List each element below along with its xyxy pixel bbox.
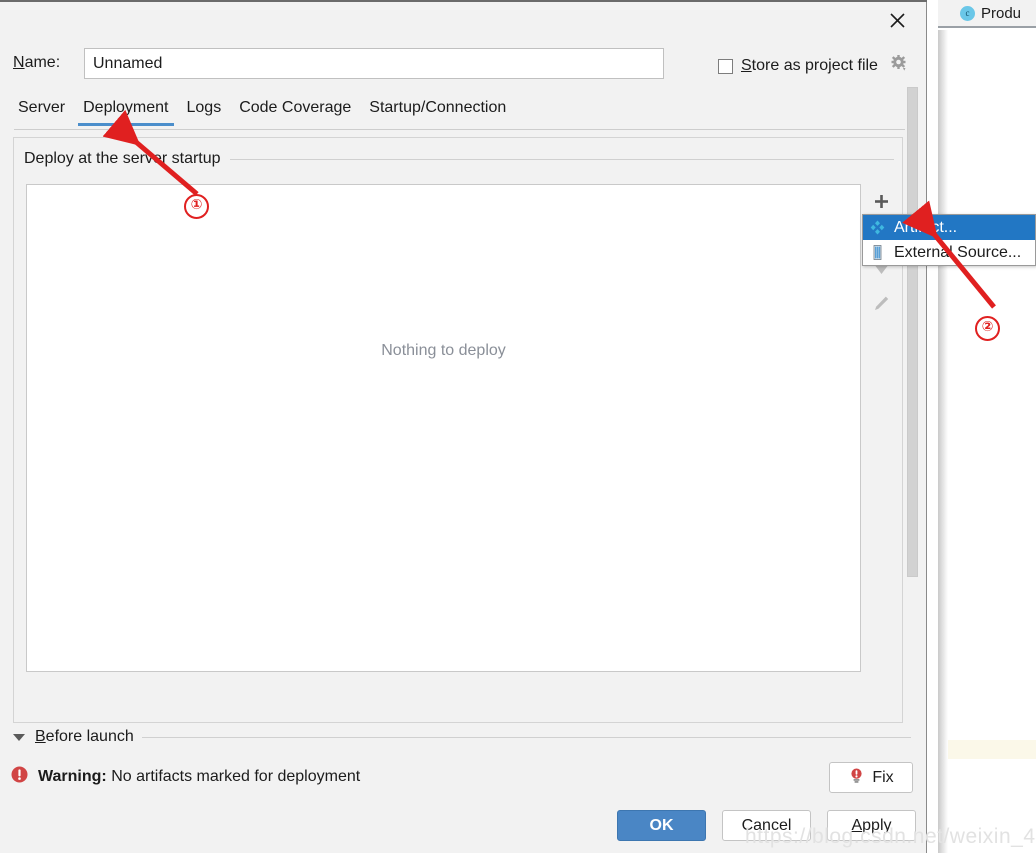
tab-logs[interactable]: Logs — [178, 99, 231, 126]
chevron-down-icon[interactable] — [13, 733, 25, 741]
section-divider — [229, 158, 894, 160]
before-launch-label: Before launch — [35, 728, 134, 745]
dialog-top-border — [0, 0, 927, 2]
background-ide-window: c Produ — [938, 0, 1036, 853]
fix-bulb-icon — [848, 767, 865, 789]
deployment-list[interactable]: Nothing to deploy — [26, 184, 861, 672]
name-input[interactable] — [84, 48, 664, 79]
warning-text: Warning: No artifacts marked for deploym… — [38, 768, 360, 786]
tab-server[interactable]: Server — [14, 99, 74, 126]
add-button[interactable] — [863, 184, 899, 218]
artifact-icon — [869, 219, 886, 236]
tab-bar: Server Deployment Logs Code Coverage Sta… — [14, 99, 515, 126]
tab-deployment[interactable]: Deployment — [74, 99, 177, 126]
gear-icon[interactable] — [890, 54, 909, 78]
fix-button[interactable]: Fix — [829, 762, 913, 793]
menu-item-artifact-label: Artifact... — [894, 218, 958, 236]
background-tab-label: Produ — [981, 4, 1022, 22]
tab-code-coverage[interactable]: Code Coverage — [230, 99, 360, 126]
warning-message: No artifacts marked for deployment — [111, 768, 361, 785]
deploy-at-server-startup-section: Deploy at the server startup Nothing to … — [13, 137, 903, 723]
external-source-icon — [869, 244, 886, 261]
apply-button[interactable]: Apply — [827, 810, 916, 841]
before-launch-header[interactable]: Before launch — [13, 728, 911, 746]
store-as-project-file-checkbox[interactable] — [718, 58, 733, 74]
menu-item-external-source-label: External Source... — [894, 243, 1022, 261]
background-editor-area — [938, 30, 1036, 853]
close-icon[interactable] — [880, 4, 914, 36]
cancel-button[interactable]: Cancel — [722, 810, 811, 841]
dialog-scrollbar-thumb[interactable] — [907, 87, 918, 577]
store-as-project-file-row: Store as project file — [718, 54, 909, 78]
before-launch-divider — [141, 736, 911, 738]
class-c-icon: c — [960, 5, 975, 21]
name-label: Name: — [13, 54, 61, 71]
run-configuration-dialog: Name: Store as project file — [0, 0, 927, 853]
screen: c Produ Name: Store as project file — [0, 0, 1036, 853]
warning-row: Warning: No artifacts marked for deploym… — [10, 765, 360, 789]
empty-list-message: Nothing to deploy — [381, 342, 506, 359]
dialog-button-bar: OK Cancel Apply — [0, 810, 927, 842]
menu-item-artifact[interactable]: Artifact... — [863, 215, 1035, 240]
store-as-project-file-label[interactable]: Store as project file — [741, 57, 878, 75]
add-deployment-menu: Artifact... External Source... — [862, 214, 1036, 266]
error-icon — [10, 765, 29, 789]
background-highlight-band — [938, 740, 1036, 759]
background-shadow — [938, 30, 948, 853]
section-title: Deploy at the server startup — [24, 150, 221, 167]
warning-prefix: Warning: — [38, 768, 107, 785]
fix-button-label: Fix — [872, 768, 894, 786]
tab-bar-divider — [14, 129, 912, 130]
menu-item-external-source[interactable]: External Source... — [863, 240, 1035, 265]
pencil-icon[interactable] — [863, 286, 899, 320]
ok-button[interactable]: OK — [617, 810, 706, 841]
section-header: Deploy at the server startup — [14, 150, 904, 168]
tab-startup-connection[interactable]: Startup/Connection — [360, 99, 515, 126]
background-editor-tab[interactable]: c Produ — [938, 0, 1036, 28]
